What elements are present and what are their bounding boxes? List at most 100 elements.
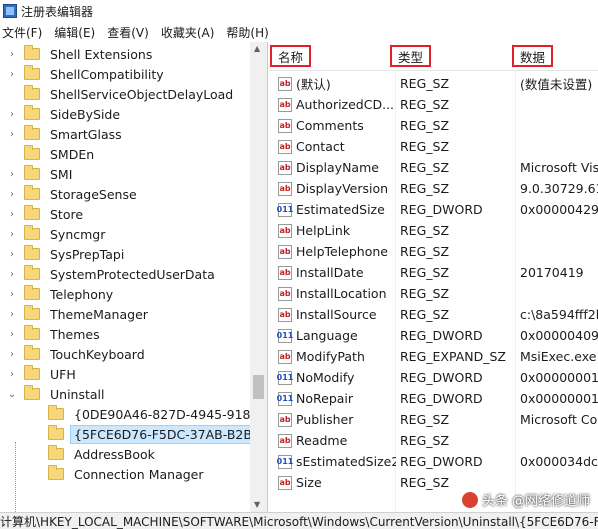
tree-item-label: {0DE90A46-827D-4945-9188-877 (74, 406, 268, 422)
tree-item[interactable]: › Themes (6, 324, 104, 344)
value-name: ModifyPath (296, 349, 365, 364)
tree-item[interactable]: Connection Manager (30, 464, 208, 484)
chevron-right-icon[interactable]: › (6, 208, 18, 220)
column-header-type[interactable]: 类型 (390, 44, 432, 68)
column-header-name[interactable]: 名称 (270, 44, 312, 68)
value-name: NoRepair (296, 391, 354, 406)
folder-icon (24, 385, 40, 400)
tree-item[interactable]: {5FCE6D76-F5DC-37AB-B2B8-22 (30, 424, 267, 444)
value-row[interactable]: ab ModifyPath REG_EXPAND_SZ MsiExec.exe / (270, 346, 598, 367)
value-type: REG_DWORD (400, 328, 483, 343)
string-value-icon: ab (278, 181, 292, 196)
tree-item[interactable]: › ThemeManager (6, 304, 152, 324)
chevron-right-icon[interactable]: › (6, 368, 18, 380)
menu-help[interactable]: 帮助(H) (224, 24, 274, 41)
value-row[interactable]: ab AuthorizedCD... REG_SZ (270, 94, 598, 115)
value-row[interactable]: ab (默认) REG_SZ (数值未设置) (270, 73, 598, 94)
value-row[interactable]: ab DisplayVersion REG_SZ 9.0.30729.616 (270, 178, 598, 199)
value-row[interactable]: 011sEstimatedSize2 REG_DWORD 0x000034dc ( (270, 451, 598, 472)
value-name: Publisher (296, 412, 354, 427)
tree-item[interactable]: › SMI (6, 164, 76, 184)
menu-file[interactable]: 文件(F) (0, 24, 48, 41)
chevron-right-icon[interactable]: › (6, 268, 18, 280)
tree-item[interactable]: › StorageSense (6, 184, 141, 204)
chevron-right-icon[interactable]: › (6, 328, 18, 340)
tree-item[interactable]: SMDEn (6, 144, 98, 164)
tree-connector-line (15, 442, 16, 512)
tree-scroll-thumb[interactable] (253, 375, 264, 399)
chevron-right-icon[interactable]: › (6, 68, 18, 80)
tree-item[interactable]: › SideBySide (6, 104, 124, 124)
scroll-up-icon[interactable]: ▲ (254, 44, 260, 53)
value-row[interactable]: ab DisplayName REG_SZ Microsoft Vis (270, 157, 598, 178)
tree-item[interactable]: › Store (6, 204, 87, 224)
tree-item[interactable]: › ShellCompatibility (6, 64, 168, 84)
chevron-down-icon[interactable]: ⌄ (6, 388, 18, 400)
tree-item[interactable]: › SystemProtectedUserData (6, 264, 219, 284)
value-row[interactable]: ab Comments REG_SZ (270, 115, 598, 136)
value-row[interactable]: ab InstallLocation REG_SZ (270, 283, 598, 304)
tree-item[interactable]: › Telephony (6, 284, 117, 304)
value-type: REG_DWORD (400, 370, 483, 385)
tree-item[interactable]: AddressBook (30, 444, 159, 464)
menu-favorites[interactable]: 收藏夹(A) (159, 24, 221, 41)
value-data: c:\8a594fff2b (520, 307, 598, 322)
string-value-icon: ab (278, 223, 292, 238)
folder-icon (24, 45, 40, 60)
value-row[interactable]: ab Readme REG_SZ (270, 430, 598, 451)
tree-item[interactable]: › UFH (6, 364, 80, 384)
chevron-right-icon[interactable]: › (6, 228, 18, 240)
tree-scrollbar[interactable]: ▲ ▼ (250, 42, 267, 512)
value-type: REG_SZ (400, 118, 450, 133)
chevron-right-icon (30, 448, 42, 460)
tree-item[interactable]: {0DE90A46-827D-4945-9188-877 (30, 404, 268, 424)
value-type: REG_DWORD (400, 454, 483, 469)
value-type: REG_DWORD (400, 202, 483, 217)
chevron-right-icon[interactable]: › (6, 308, 18, 320)
chevron-right-icon[interactable]: › (6, 348, 18, 360)
chevron-right-icon (30, 408, 42, 420)
value-data: Microsoft Co (520, 412, 598, 427)
value-row[interactable]: 011Language REG_DWORD 0x00000409 ( (270, 325, 598, 346)
string-value-icon: ab (278, 433, 292, 448)
string-value-icon: ab (278, 412, 292, 427)
value-name: InstallSource (296, 307, 377, 322)
tree-item[interactable]: › SmartGlass (6, 124, 126, 144)
value-row[interactable]: ab Publisher REG_SZ Microsoft Co (270, 409, 598, 430)
chevron-right-icon[interactable]: › (6, 108, 18, 120)
value-row[interactable]: 011NoRepair REG_DWORD 0x00000001 ( (270, 388, 598, 409)
tree-item[interactable]: › TouchKeyboard (6, 344, 149, 364)
column-header-data[interactable]: 数据 (512, 44, 554, 68)
tree-item[interactable]: ShellServiceObjectDelayLoad (6, 84, 237, 104)
tree-item[interactable]: › SysPrepTapi (6, 244, 128, 264)
registry-editor-icon (3, 4, 17, 18)
value-name: AuthorizedCD... (296, 97, 395, 112)
tree-item[interactable]: ⌄ Uninstall (6, 384, 109, 404)
chevron-right-icon[interactable]: › (6, 168, 18, 180)
chevron-right-icon[interactable]: › (6, 48, 18, 60)
value-list-pane[interactable]: 名称 类型 数据 ab (默认) REG_SZ (数值未设置) ab Authorized… (270, 42, 598, 512)
string-value-icon: ab (278, 349, 292, 364)
chevron-right-icon[interactable]: › (6, 128, 18, 140)
value-row[interactable]: 011EstimatedSize REG_DWORD 0x00000429 ( (270, 199, 598, 220)
value-row[interactable]: 011NoModify REG_DWORD 0x00000001 ( (270, 367, 598, 388)
tree-item[interactable]: › Shell Extensions (6, 44, 156, 64)
tree-item-label: ShellCompatibility (50, 66, 164, 82)
status-bar: 计算机\HKEY_LOCAL_MACHINE\SOFTWARE\Microsof… (0, 512, 598, 529)
tree-item[interactable]: › Syncmgr (6, 224, 109, 244)
folder-icon (24, 105, 40, 120)
value-row[interactable]: ab HelpLink REG_SZ (270, 220, 598, 241)
chevron-right-icon (30, 468, 42, 480)
menu-edit[interactable]: 编辑(E) (52, 24, 101, 41)
value-row[interactable]: ab InstallDate REG_SZ 20170419 (270, 262, 598, 283)
value-row[interactable]: ab InstallSource REG_SZ c:\8a594fff2b (270, 304, 598, 325)
key-tree-pane[interactable]: › Shell Extensions › ShellCompatibility Shel… (0, 42, 268, 512)
chevron-right-icon[interactable]: › (6, 248, 18, 260)
value-row[interactable]: ab Contact REG_SZ (270, 136, 598, 157)
value-row[interactable]: ab HelpTelephone REG_SZ (270, 241, 598, 262)
chevron-right-icon[interactable]: › (6, 288, 18, 300)
value-type: REG_SZ (400, 244, 450, 259)
chevron-right-icon[interactable]: › (6, 188, 18, 200)
menu-view[interactable]: 查看(V) (105, 24, 155, 41)
scroll-down-icon[interactable]: ▼ (254, 500, 260, 509)
